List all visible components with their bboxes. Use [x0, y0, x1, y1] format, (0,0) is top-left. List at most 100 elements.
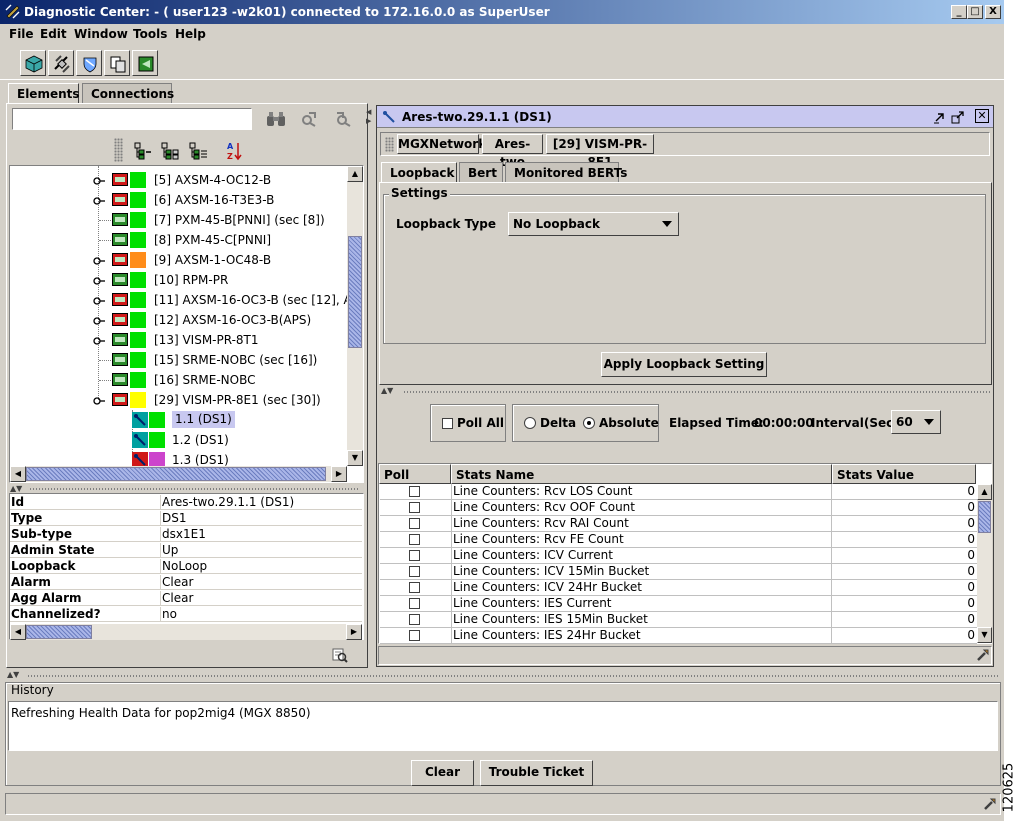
table-row[interactable]: Line Counters: IES Current 0	[380, 596, 977, 612]
table-row[interactable]: Line Counters: Rcv LOS Count 0	[380, 484, 977, 500]
undock-icon[interactable]	[933, 110, 947, 124]
breadcrumb-mgxnetwork[interactable]: MGXNetwork	[397, 134, 486, 154]
poll-checkbox[interactable]	[409, 598, 420, 609]
splitter[interactable]	[30, 488, 360, 490]
satellite-button[interactable]	[48, 50, 74, 76]
menu-help[interactable]: Help	[175, 27, 206, 41]
absolute-radio[interactable]	[583, 417, 595, 429]
expand-handle-icon[interactable]	[93, 175, 105, 185]
stats-vscrollbar[interactable]: ▲ ▼	[977, 484, 992, 643]
wrench-icon[interactable]	[983, 797, 997, 811]
tree-node[interactable]: 1.1 (DS1)	[10, 410, 347, 430]
close-button[interactable]: X	[985, 5, 1001, 19]
trouble-ticket-button[interactable]: Trouble Ticket	[480, 760, 593, 786]
tree-node[interactable]: [5] AXSM-4-OC12-B	[10, 170, 347, 190]
inspect-icon[interactable]	[331, 646, 349, 664]
splitter[interactable]	[28, 675, 998, 677]
tree-node[interactable]: [9] AXSM-1-OC48-B	[10, 250, 347, 270]
table-row[interactable]: Line Counters: ICV 15Min Bucket 0	[380, 564, 977, 580]
poll-checkbox[interactable]	[409, 566, 420, 577]
table-row[interactable]: Line Counters: IES 15Min Bucket 0	[380, 612, 977, 628]
column-stats-value[interactable]: Stats Value	[832, 464, 976, 484]
expand-handle-icon[interactable]	[93, 275, 105, 285]
minimize-button[interactable]: _	[951, 5, 967, 19]
scroll-thumb[interactable]	[978, 501, 991, 533]
loopback-type-select[interactable]: No Loopback	[508, 212, 679, 236]
find-previous-icon[interactable]	[300, 111, 318, 127]
column-stats-name[interactable]: Stats Name	[451, 464, 832, 484]
tab-bert[interactable]: Bert	[459, 162, 503, 183]
splitter-arrows[interactable]: ▲▼	[381, 386, 393, 395]
sort-az-icon[interactable]: A Z	[226, 141, 244, 161]
binoculars-icon[interactable]	[266, 111, 286, 127]
module-button[interactable]	[132, 50, 158, 76]
poll-checkbox[interactable]	[409, 518, 420, 529]
scroll-left-button[interactable]: ◀	[10, 624, 26, 640]
table-row[interactable]: Line Counters: Rcv OOF Count 0	[380, 500, 977, 516]
maximize-button[interactable]: □	[967, 5, 983, 19]
tree-hscrollbar[interactable]: ◀ ▶	[10, 466, 347, 482]
tree-node[interactable]: [12] AXSM-16-OC3-B(APS)	[10, 310, 347, 330]
menu-edit[interactable]: Edit	[40, 27, 67, 41]
poll-checkbox[interactable]	[409, 582, 420, 593]
splitter-arrows[interactable]: ▲▼	[10, 484, 22, 493]
tree-node[interactable]: [6] AXSM-16-T3E3-B	[10, 190, 347, 210]
scroll-left-button[interactable]: ◀	[10, 466, 26, 482]
tab-loopback[interactable]: Loopback	[381, 162, 457, 183]
tree-node[interactable]: 1.2 (DS1)	[10, 430, 347, 450]
poll-checkbox[interactable]	[409, 534, 420, 545]
scroll-thumb[interactable]	[348, 236, 362, 348]
poll-checkbox[interactable]	[409, 614, 420, 625]
menu-window[interactable]: Window	[74, 27, 128, 41]
search-input[interactable]	[12, 108, 252, 130]
props-hscrollbar[interactable]: ◀ ▶	[10, 624, 362, 640]
scroll-thumb[interactable]	[26, 625, 92, 639]
tree-node[interactable]: [15] SRME-NOBC (sec [16])	[10, 350, 347, 370]
tree-details-icon[interactable]	[188, 142, 208, 160]
table-row[interactable]: Line Counters: IES 24Hr Bucket 0	[380, 628, 977, 644]
table-row[interactable]: Line Counters: ICV 24Hr Bucket 0	[380, 580, 977, 596]
expand-tree-icon[interactable]	[160, 142, 180, 160]
table-row[interactable]: Line Counters: Rcv FE Count 0	[380, 532, 977, 548]
expand-handle-icon[interactable]	[93, 195, 105, 205]
menu-tools[interactable]: Tools	[133, 27, 167, 41]
tree-node[interactable]: 1.3 (DS1)	[10, 450, 347, 466]
poll-checkbox[interactable]	[409, 486, 420, 497]
tree-node[interactable]: [10] RPM-PR	[10, 270, 347, 290]
tree-node[interactable]: [8] PXM-45-C[PNNI]	[10, 230, 347, 250]
breadcrumb-ares-two[interactable]: Ares-two	[482, 134, 543, 169]
tree-node[interactable]: [7] PXM-45-B[PNNI] (sec [8])	[10, 210, 347, 230]
expand-handle-icon[interactable]	[93, 295, 105, 305]
tree-node[interactable]: [11] AXSM-16-OC3-B (sec [12], APS)	[10, 290, 347, 310]
tree-node[interactable]: [16] SRME-NOBC	[10, 370, 347, 390]
splitter-arrows[interactable]: ▲▼	[7, 670, 19, 679]
delta-radio[interactable]	[524, 417, 536, 429]
column-poll[interactable]: Poll	[379, 464, 451, 484]
menu-file[interactable]: File	[9, 27, 34, 41]
scroll-down-button[interactable]: ▼	[347, 450, 363, 466]
tab-connections[interactable]: Connections	[82, 83, 174, 104]
clear-button[interactable]: Clear	[411, 760, 474, 786]
table-row[interactable]: Line Counters: ICV Current 0	[380, 548, 977, 564]
copy-button[interactable]	[104, 50, 130, 76]
table-row[interactable]: Line Counters: Rcv RAI Count 0	[380, 516, 977, 532]
poll-checkbox[interactable]	[409, 630, 420, 641]
vertical-splitter-arrows[interactable]: ◀ ▶	[366, 108, 371, 126]
poll-all-checkbox[interactable]	[442, 418, 453, 429]
find-next-icon[interactable]	[334, 111, 352, 127]
tree-node[interactable]: [13] VISM-PR-8T1	[10, 330, 347, 350]
expand-handle-icon[interactable]	[93, 335, 105, 345]
tree-node[interactable]: [29] VISM-PR-8E1 (sec [30])	[10, 390, 347, 410]
cube-button[interactable]	[20, 50, 46, 76]
apply-loopback-button[interactable]: Apply Loopback Setting	[601, 352, 767, 377]
dock-icon[interactable]	[951, 110, 965, 124]
tab-elements[interactable]: Elements	[8, 83, 80, 104]
scroll-up-button[interactable]: ▲	[977, 484, 992, 500]
poll-checkbox[interactable]	[409, 502, 420, 513]
interval-select[interactable]: 60	[891, 410, 941, 434]
shield-button[interactable]	[76, 50, 102, 76]
scroll-down-button[interactable]: ▼	[977, 627, 992, 643]
tree-vscrollbar[interactable]: ▲ ▼	[347, 166, 363, 466]
scroll-up-button[interactable]: ▲	[347, 166, 363, 182]
scroll-right-button[interactable]: ▶	[346, 624, 362, 640]
